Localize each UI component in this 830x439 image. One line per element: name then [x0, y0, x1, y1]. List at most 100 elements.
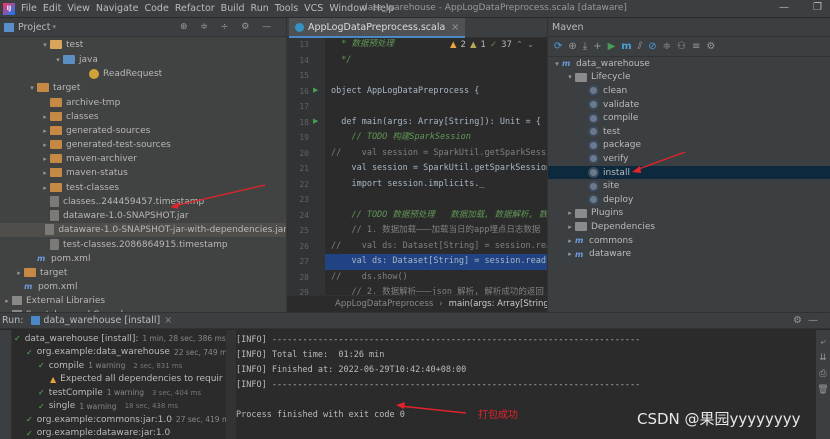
panel-tool-icons[interactable]: ⊕ ≑ ÷ ⚙ —	[180, 22, 276, 32]
run-panel-actions[interactable]: ⚙—	[793, 315, 824, 326]
close-icon[interactable]: ×	[451, 22, 459, 33]
project-tree-row[interactable]: ▸ classes	[40, 110, 98, 124]
wrap-icon[interactable]: ⤶	[816, 334, 830, 350]
project-tree-row[interactable]: classes..244459457.timestamp	[40, 195, 204, 209]
maven-m-icon[interactable]: m	[621, 41, 631, 52]
settings-icon[interactable]: ⚙	[706, 41, 715, 52]
trash-icon[interactable]: 🗑	[816, 382, 830, 398]
project-tree-row[interactable]: ▸ External Libraries	[2, 294, 105, 308]
collapse-arrow-icon[interactable]: ▸	[565, 237, 575, 245]
project-tree-row[interactable]: dataware-1.0-SNAPSHOT.jar	[40, 209, 189, 223]
run-tree-row[interactable]: ✓ org.example:dataware:jar:1.0	[26, 427, 170, 439]
collapse-arrow-icon[interactable]: ▸	[565, 223, 575, 231]
maven-tree-row[interactable]: ▸ m commons	[548, 234, 830, 248]
project-tree-row[interactable]: dataware-1.0-SNAPSHOT-jar-with-dependenc…	[0, 223, 286, 237]
menu-tools[interactable]: Tools	[272, 3, 301, 14]
run-gutter-icon[interactable]: ▶	[313, 86, 318, 94]
print-icon[interactable]: ⎙	[816, 366, 830, 382]
offline-icon[interactable]: ⫽	[638, 41, 642, 52]
run-tree-row[interactable]: ✓ data_warehouse [install]: 1 min, 28 sec,…	[14, 332, 226, 346]
project-panel-title[interactable]: Project	[18, 22, 51, 33]
nav-down-icon[interactable]: ⌄	[527, 40, 534, 50]
maven-tree-row[interactable]: install	[548, 165, 830, 180]
collapse-arrow-icon[interactable]: ▸	[40, 169, 50, 177]
project-tree-row[interactable]: test-classes.2086864915.timestamp	[40, 238, 228, 252]
menu-navigate[interactable]: Navigate	[93, 3, 142, 14]
project-tree-row[interactable]: ▸ generated-test-sources	[40, 138, 171, 152]
maximize-icon[interactable]: ❐	[813, 2, 822, 13]
menu-view[interactable]: View	[64, 3, 93, 14]
maven-tree-row[interactable]: clean	[548, 84, 830, 98]
menu-run[interactable]: Run	[248, 3, 272, 14]
expand-arrow-icon[interactable]: ▾	[53, 56, 63, 64]
project-tree-row[interactable]: ▸ maven-status	[40, 166, 128, 180]
run-icon[interactable]: ▶	[608, 41, 616, 52]
editor-tab[interactable]: AppLogDataPreprocess.scala ×	[289, 18, 466, 38]
collapse-arrow-icon[interactable]: ▸	[40, 184, 50, 192]
maven-tree-row[interactable]: compile	[548, 111, 830, 125]
collapse-arrow-icon[interactable]: ▸	[40, 113, 50, 121]
maven-tree-row[interactable]: test	[548, 125, 830, 139]
maven-tree-row[interactable]: package	[548, 139, 830, 153]
run-tree-row[interactable]: ▲ Expected all dependencies to requir	[50, 373, 223, 387]
menu-vcs[interactable]: VCS	[301, 3, 326, 14]
menu-edit[interactable]: Edit	[40, 3, 64, 14]
project-tree-row[interactable]: ▾ test	[40, 38, 83, 52]
menu-code[interactable]: Code	[141, 3, 171, 14]
generate-sources-icon[interactable]: ⊕	[568, 41, 576, 52]
project-tree-row[interactable]: ▾ java	[53, 53, 98, 67]
project-tree-row[interactable]: ▸ generated-sources	[40, 124, 150, 138]
collapse-arrow-icon[interactable]: ▸	[40, 141, 50, 149]
collapse-arrow-icon[interactable]: ▸	[565, 250, 575, 258]
project-tree-row[interactable]: ReadRequest	[79, 67, 162, 81]
project-tree-row[interactable]: ▸ target	[14, 266, 67, 280]
project-tree-row[interactable]: ▾ target	[27, 81, 80, 95]
add-icon[interactable]: +	[593, 41, 601, 52]
project-tree-row[interactable]: ▸ maven-archiver	[40, 152, 137, 166]
reload-icon[interactable]: ⟳	[554, 41, 562, 52]
project-tree-row[interactable]: ▸ test-classes	[40, 181, 119, 195]
nav-up-icon[interactable]: ⌃	[516, 40, 523, 50]
maven-tree-row[interactable]: verify	[548, 152, 830, 166]
diagram-icon[interactable]: ⚇	[677, 41, 686, 52]
project-tree-row[interactable]: m pom.xml	[27, 252, 90, 266]
breadcrumb-object[interactable]: AppLogDataPreprocess	[335, 299, 433, 309]
expand-icon[interactable]: ≡	[692, 41, 700, 52]
maven-tree-row[interactable]: ▸ m dataware	[548, 247, 830, 261]
chevron-down-icon[interactable]: ▾	[53, 23, 57, 31]
expand-arrow-icon[interactable]: ▾	[40, 41, 50, 49]
download-icon[interactable]: ⤓	[583, 41, 587, 52]
project-tree-row[interactable]: archive-tmp	[40, 96, 120, 110]
maven-tree-row[interactable]: ▸ Plugins	[548, 207, 830, 221]
collapse-arrow-icon[interactable]: ▸	[2, 297, 12, 305]
close-icon[interactable]: ×	[164, 315, 172, 326]
menu-file[interactable]: File	[18, 3, 40, 14]
breadcrumb-method[interactable]: main(args: Array[String])	[449, 299, 556, 309]
run-tree-row[interactable]: ✓ compile 1 warning 2 sec, 831 ms	[38, 359, 182, 373]
maven-tree-row[interactable]: validate	[548, 98, 830, 112]
collapse-arrow-icon[interactable]: ▸	[40, 155, 50, 163]
minimize-icon[interactable]: —	[779, 2, 789, 13]
expand-arrow-icon[interactable]: ▾	[565, 73, 575, 81]
maven-tree-row[interactable]: deploy	[548, 193, 830, 207]
run-tree-row[interactable]: ✓ org.example:data_warehouse 22 sec, 749 m…	[26, 346, 226, 360]
maven-tree-row[interactable]: ▸ Dependencies	[548, 220, 830, 234]
maven-tree-row[interactable]: ▾ m data_warehouse	[548, 57, 830, 71]
run-gutter-icon[interactable]: ▶	[313, 117, 318, 125]
collapse-arrow-icon[interactable]: ▸	[565, 209, 575, 217]
maven-tree-row[interactable]: site	[548, 179, 830, 193]
skip-tests-icon[interactable]: ⊘	[648, 41, 656, 52]
scroll-end-icon[interactable]: ⇊	[816, 350, 830, 366]
project-tree-row[interactable]: m pom.xml	[14, 280, 77, 294]
run-tree-row[interactable]: ✓ single 1 warning 18 sec, 438 ms	[38, 400, 178, 414]
expand-arrow-icon[interactable]: ▾	[27, 84, 37, 92]
code-editor[interactable]: 13 * 数据预处理 14 */ 15 16 ▶ object AppLogDataPre…	[287, 38, 547, 311]
run-tree-row[interactable]: ✓ testCompile 1 warning 3 sec, 404 ms	[38, 386, 201, 400]
collapse-arrow-icon[interactable]: ▸	[14, 269, 24, 277]
run-tab[interactable]: data_warehouse [install]	[43, 315, 160, 326]
menu-build[interactable]: Build	[218, 3, 248, 14]
maven-tree-row[interactable]: ▾ Lifecycle	[548, 71, 830, 85]
collapse-icon[interactable]: ≑	[663, 41, 671, 52]
inspection-widget[interactable]: ▲ 2 ▲ 1 ✓ 37 ⌃ ⌄	[450, 40, 534, 50]
expand-arrow-icon[interactable]: ▾	[552, 60, 562, 68]
